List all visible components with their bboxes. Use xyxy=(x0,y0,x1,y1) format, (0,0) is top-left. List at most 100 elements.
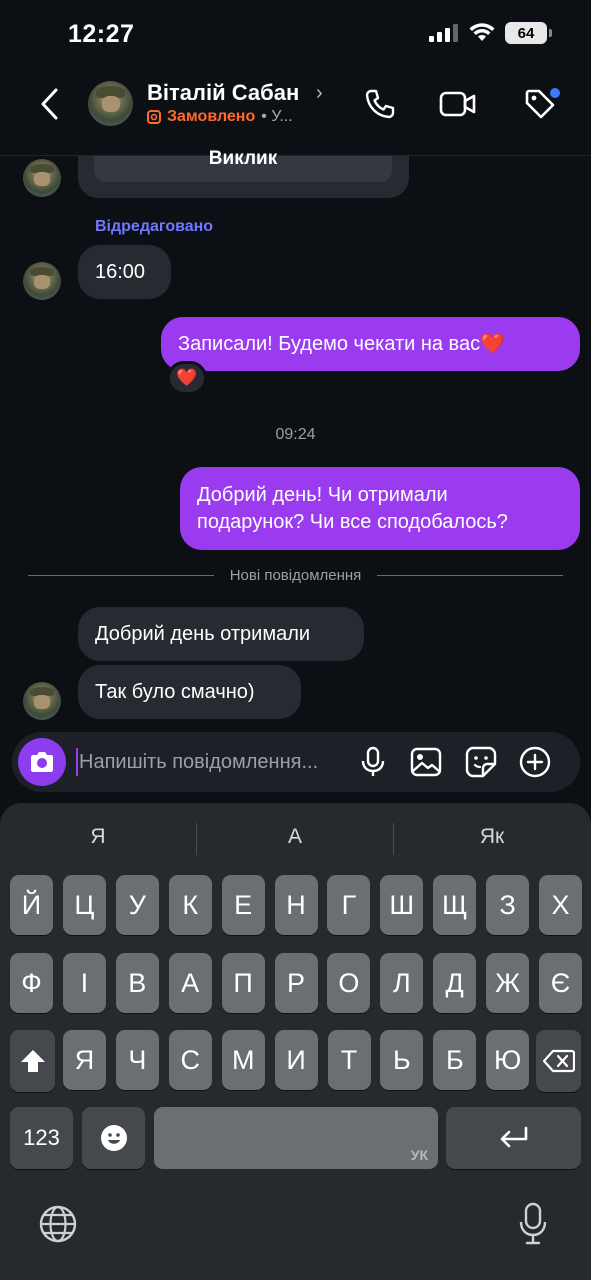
status-bar: 12:27 64 xyxy=(0,0,591,70)
letter-key[interactable]: Я xyxy=(63,1030,106,1090)
space-key[interactable]: УК xyxy=(154,1107,438,1169)
letter-key[interactable]: И xyxy=(274,1030,318,1090)
battery-indicator: 64 xyxy=(505,22,552,44)
call-card[interactable]: Виклик xyxy=(78,148,409,198)
subtitle-extra: • У... xyxy=(261,108,293,125)
backspace-icon xyxy=(542,1049,575,1073)
time-separator: 09:24 xyxy=(275,426,316,443)
microphone-icon xyxy=(361,746,385,776)
dictation-mic-icon xyxy=(519,1202,547,1245)
keyboard-language: УК xyxy=(410,1147,428,1163)
return-key[interactable] xyxy=(446,1107,581,1169)
backspace-key[interactable] xyxy=(536,1030,581,1092)
contact-subtitle[interactable]: Замовлено • У... xyxy=(147,108,293,126)
notification-dot xyxy=(550,88,560,98)
letter-key[interactable]: Л xyxy=(380,953,424,1013)
label-button[interactable] xyxy=(520,84,560,124)
letter-key[interactable]: Ш xyxy=(380,875,424,935)
letter-key[interactable]: Д xyxy=(433,953,477,1013)
image-icon xyxy=(410,747,442,777)
message-line: подарунок? Чи все сподобалось? xyxy=(197,510,508,533)
new-messages-label: Нові повідомлення xyxy=(229,566,362,584)
letter-key[interactable]: Б xyxy=(433,1030,477,1090)
edited-label: Відредаговано xyxy=(95,218,214,235)
letter-key[interactable]: Ц xyxy=(62,875,106,935)
letter-key[interactable]: Ж xyxy=(486,953,530,1013)
voice-message-button[interactable] xyxy=(353,742,393,782)
numbers-key[interactable]: 123 xyxy=(10,1107,73,1169)
camera-button[interactable] xyxy=(18,738,66,786)
back-button[interactable] xyxy=(30,84,70,124)
suggestion[interactable]: А xyxy=(197,825,393,849)
suggestion-bar: Я А Як xyxy=(0,803,591,873)
letter-key[interactable]: С xyxy=(168,1030,212,1090)
chevron-right-icon: › xyxy=(316,82,323,104)
more-button[interactable] xyxy=(515,742,555,782)
letter-key[interactable]: Є xyxy=(539,953,582,1013)
plus-icon xyxy=(519,746,551,778)
suggestion[interactable]: Як xyxy=(394,825,590,849)
suggestion[interactable]: Я xyxy=(0,825,196,849)
letter-key[interactable]: Ю xyxy=(486,1030,530,1090)
wifi-icon xyxy=(469,23,495,41)
incoming-message[interactable]: 16:00 xyxy=(78,245,171,299)
sender-avatar[interactable] xyxy=(23,682,61,720)
sender-avatar[interactable] xyxy=(23,262,61,300)
order-icon xyxy=(147,110,161,124)
letter-key[interactable]: В xyxy=(115,953,159,1013)
letter-key[interactable]: П xyxy=(221,953,265,1013)
return-icon xyxy=(500,1126,527,1148)
outgoing-message[interactable]: Записали! Будемо чекати на вас❤️ xyxy=(161,317,580,371)
emoji-icon xyxy=(100,1125,127,1151)
message-line: Добрий день! Чи отримали xyxy=(197,483,448,506)
message-composer xyxy=(12,732,580,792)
shift-icon xyxy=(20,1050,45,1072)
heart-reaction[interactable]: ❤️ xyxy=(167,361,207,395)
gallery-button[interactable] xyxy=(406,742,446,782)
letter-key[interactable]: М xyxy=(221,1030,265,1090)
sender-avatar[interactable] xyxy=(23,159,61,197)
keyboard: Я А Як ЙЦУКЕНГШЩЗХ ФІВАПРОЛДЖЄ ЯЧСМИТЬБЮ… xyxy=(0,803,591,1280)
globe-icon xyxy=(39,1205,77,1243)
letter-key[interactable]: Е xyxy=(221,875,265,935)
letter-key[interactable]: Ь xyxy=(380,1030,424,1090)
language-switch-button[interactable] xyxy=(38,1204,78,1244)
message-input[interactable] xyxy=(79,732,359,792)
incoming-message[interactable]: Добрий день отримали xyxy=(78,607,364,661)
letter-key[interactable]: Р xyxy=(274,953,318,1013)
back-chevron-icon xyxy=(41,88,58,120)
sticker-icon xyxy=(465,746,497,778)
chat-header: Віталій Сабан › Замовлено • У... xyxy=(0,70,591,156)
letter-key[interactable]: А xyxy=(168,953,212,1013)
letter-key[interactable]: Ф xyxy=(10,953,53,1013)
letter-key[interactable]: Н xyxy=(274,875,318,935)
signal-icon xyxy=(429,24,458,42)
camera-icon xyxy=(31,752,53,772)
letter-key[interactable]: О xyxy=(327,953,371,1013)
call-button[interactable] xyxy=(360,84,400,124)
video-icon xyxy=(439,91,476,117)
phone-icon xyxy=(365,89,395,119)
shift-key[interactable] xyxy=(10,1030,55,1092)
letter-key[interactable]: Г xyxy=(327,875,371,935)
video-call-button[interactable] xyxy=(438,84,478,124)
letter-key[interactable]: Т xyxy=(327,1030,371,1090)
emoji-key[interactable] xyxy=(82,1107,145,1169)
letter-key[interactable]: Х xyxy=(539,875,582,935)
sticker-button[interactable] xyxy=(461,742,501,782)
order-status: Замовлено xyxy=(167,108,256,125)
new-messages-divider: Нові повідомлення xyxy=(28,566,564,584)
outgoing-message[interactable]: Добрий день! Чи отримали подарунок? Чи в… xyxy=(180,467,580,550)
contact-avatar[interactable] xyxy=(88,81,133,126)
letter-key[interactable]: І xyxy=(62,953,106,1013)
letter-key[interactable]: К xyxy=(168,875,212,935)
incoming-message[interactable]: Так було смачно) xyxy=(78,665,301,719)
dictation-button[interactable] xyxy=(518,1202,548,1246)
letter-key[interactable]: З xyxy=(486,875,530,935)
letter-key[interactable]: Щ xyxy=(433,875,477,935)
letter-key[interactable]: Й xyxy=(10,875,53,935)
call-label: Виклик xyxy=(208,148,278,169)
letter-key[interactable]: Ч xyxy=(115,1030,159,1090)
letter-key[interactable]: У xyxy=(115,875,159,935)
contact-name[interactable]: Віталій Сабан xyxy=(147,80,299,106)
